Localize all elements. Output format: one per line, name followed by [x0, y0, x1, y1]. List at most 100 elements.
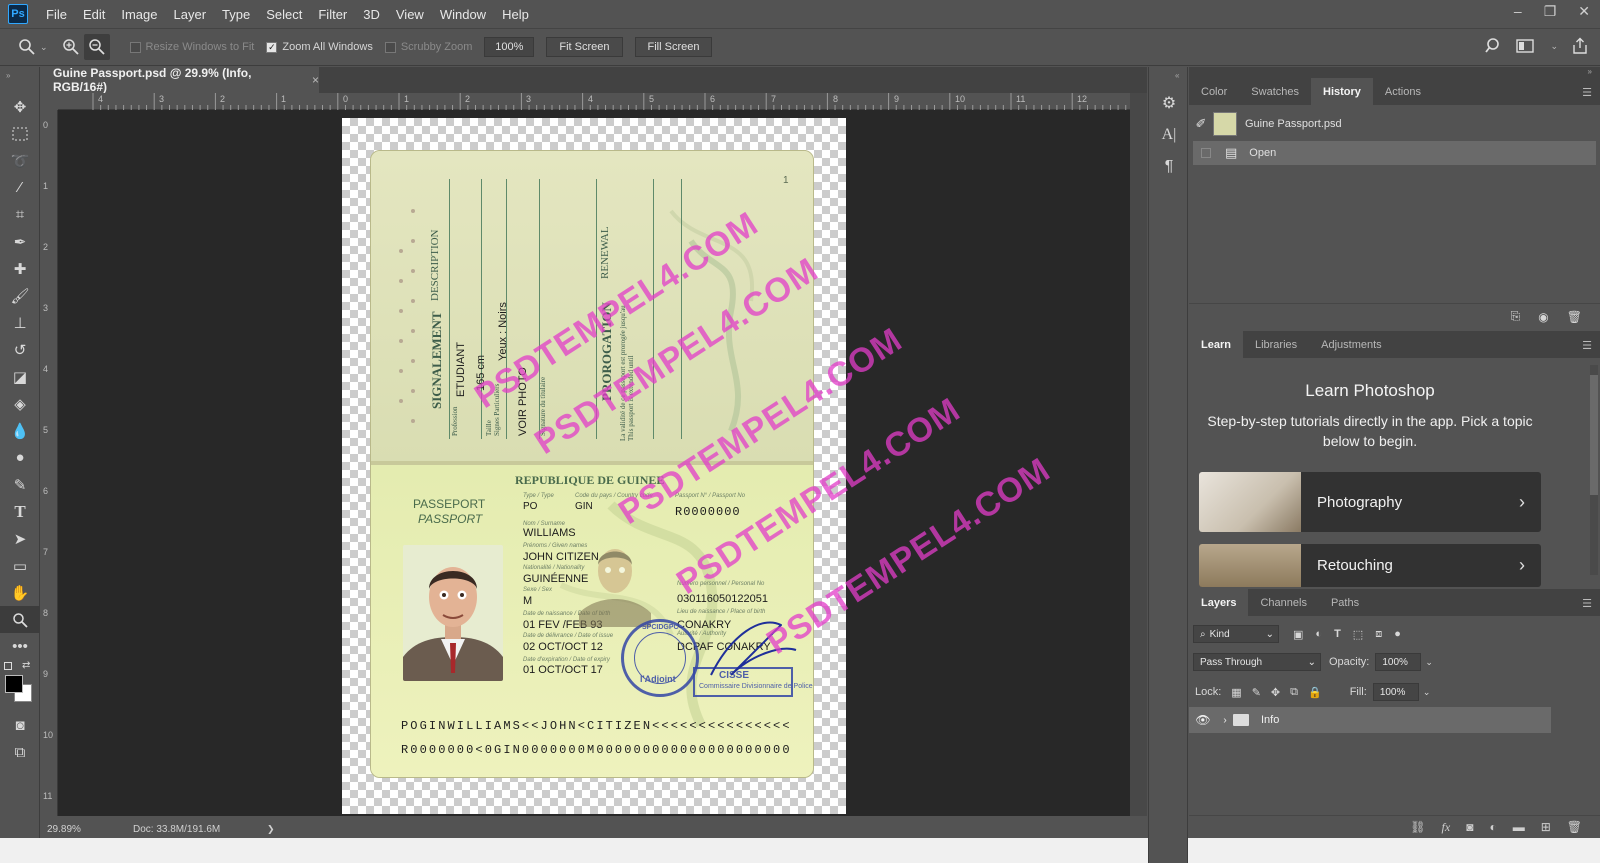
menu-edit[interactable]: Edit	[83, 7, 105, 22]
tab-adjustments[interactable]: Adjustments	[1309, 331, 1394, 358]
zoom-all-windows-checkbox[interactable]: ✓ Zoom All Windows	[266, 41, 373, 53]
menu-layer[interactable]: Layer	[174, 7, 207, 22]
zoom-status[interactable]: 29.89%	[47, 824, 127, 835]
hand-tool-icon[interactable]: ✋	[0, 579, 40, 606]
trash-icon[interactable]: 🗑	[1567, 310, 1582, 324]
menu-select[interactable]: Select	[266, 7, 302, 22]
paint-bucket-tool-icon[interactable]: ◈	[0, 390, 40, 417]
opacity-field[interactable]: 100%	[1375, 653, 1422, 671]
blend-mode-dropdown[interactable]: Pass Through ⌄	[1193, 653, 1321, 671]
default-colors-icon[interactable]	[4, 662, 12, 670]
tab-color[interactable]: Color	[1189, 78, 1239, 105]
lock-transparent-icon[interactable]: ▦	[1231, 686, 1241, 699]
camera-icon[interactable]: ◉	[1538, 310, 1548, 324]
link-layers-icon[interactable]: ⛓	[1410, 820, 1425, 834]
pen-tool-icon[interactable]: ✎	[0, 471, 40, 498]
smart-object-filter-icon[interactable]: ⧈	[1375, 628, 1382, 641]
crop-tool-icon[interactable]: ⌗	[0, 201, 40, 228]
eye-icon[interactable]: 👁	[1189, 713, 1217, 727]
menu-type[interactable]: Type	[222, 7, 250, 22]
brush-tool-icon[interactable]: 🖌	[0, 282, 40, 309]
tab-learn[interactable]: Learn	[1189, 331, 1243, 358]
paragraph-icon[interactable]: ¶	[1149, 151, 1189, 183]
share-icon[interactable]	[1572, 37, 1588, 55]
screen-mode-icon[interactable]: ⧉	[0, 739, 40, 766]
filter-kind-dropdown[interactable]: ⌕ Kind ⌄	[1193, 625, 1279, 643]
lock-position-icon[interactable]: ✥	[1271, 686, 1280, 699]
history-brush-tool-icon[interactable]: ↺	[0, 336, 40, 363]
move-tool-icon[interactable]: ✥	[0, 93, 40, 120]
chevron-right-icon[interactable]: ›	[1217, 715, 1233, 726]
libraries-icon[interactable]: ⚙	[1149, 87, 1189, 119]
adjustment-layer-icon[interactable]: ◐	[1489, 820, 1496, 834]
blur-tool-icon[interactable]: 💧	[0, 417, 40, 444]
lock-all-icon[interactable]: 🔒	[1308, 686, 1322, 699]
eyedropper-tool-icon[interactable]: ✒	[0, 228, 40, 255]
shape-filter-icon[interactable]: ⬚	[1353, 628, 1363, 641]
toolbar-collapse-icon[interactable]: »	[0, 67, 39, 93]
character-icon[interactable]: A|	[1149, 119, 1189, 151]
history-snapshot[interactable]: ✐ Guine Passport.psd	[1189, 107, 1600, 141]
pixel-filter-icon[interactable]: ▣	[1293, 628, 1303, 641]
tab-channels[interactable]: Channels	[1248, 589, 1318, 616]
restore-icon[interactable]: ❐	[1544, 3, 1557, 20]
menu-help[interactable]: Help	[502, 7, 529, 22]
tab-layers[interactable]: Layers	[1189, 589, 1249, 616]
type-filter-icon[interactable]: T	[1334, 628, 1341, 640]
foreground-color-swatch[interactable]	[5, 675, 23, 693]
menu-view[interactable]: View	[396, 7, 424, 22]
eraser-tool-icon[interactable]: ◪	[0, 363, 40, 390]
resize-windows-checkbox[interactable]: Resize Windows to Fit	[129, 41, 254, 53]
learn-card-photography[interactable]: Photography ›	[1199, 472, 1541, 532]
scrollbar-thumb[interactable]	[1590, 375, 1598, 495]
healing-brush-tool-icon[interactable]: ✚	[0, 255, 40, 282]
adjustment-filter-icon[interactable]: ◐	[1315, 628, 1322, 640]
menu-3d[interactable]: 3D	[363, 7, 380, 22]
document-tab[interactable]: Guine Passport.psd @ 29.9% (Info, RGB/16…	[41, 66, 319, 94]
tab-swatches[interactable]: Swatches	[1239, 78, 1311, 105]
lock-image-icon[interactable]: ✎	[1252, 686, 1261, 699]
menu-filter[interactable]: Filter	[318, 7, 347, 22]
zoom-in-icon[interactable]	[58, 34, 84, 60]
minimize-icon[interactable]: –	[1514, 3, 1522, 20]
learn-card-retouching[interactable]: Retouching ›	[1199, 544, 1541, 587]
workspace-icon[interactable]	[1516, 38, 1536, 54]
lasso-tool-icon[interactable]: ➰	[0, 147, 40, 174]
close-icon[interactable]: ✕	[1578, 3, 1590, 20]
tab-history[interactable]: History	[1311, 78, 1373, 105]
zoom-out-icon[interactable]	[83, 34, 110, 60]
canvas-scrollbar[interactable]	[1130, 93, 1147, 816]
menu-image[interactable]: Image	[121, 7, 157, 22]
new-layer-icon[interactable]: ⊞	[1541, 820, 1551, 834]
workspace-chevron-icon[interactable]: ⌄	[1550, 41, 1558, 52]
panel-menu-icon[interactable]: ☰	[1582, 339, 1592, 352]
opacity-chevron-icon[interactable]: ⌄	[1425, 657, 1433, 668]
tab-libraries[interactable]: Libraries	[1243, 331, 1309, 358]
clone-stamp-tool-icon[interactable]: ⊥	[0, 309, 40, 336]
marquee-tool-icon[interactable]	[0, 120, 40, 147]
layer-row[interactable]: 👁 › Info	[1189, 707, 1551, 733]
state-checkbox[interactable]	[1201, 148, 1211, 158]
path-selection-tool-icon[interactable]: ➤	[0, 525, 40, 552]
panel-menu-icon[interactable]: ☰	[1582, 86, 1592, 99]
layer-mask-icon[interactable]: ◙	[1466, 820, 1473, 834]
filter-toggle-icon[interactable]: ●	[1394, 628, 1401, 640]
dodge-tool-icon[interactable]: ●	[0, 444, 40, 471]
layer-style-icon[interactable]: fx	[1442, 820, 1451, 835]
trash-icon[interactable]: 🗑	[1567, 820, 1582, 834]
scrubby-zoom-checkbox[interactable]: Scrubby Zoom	[384, 41, 472, 53]
quick-mask-icon[interactable]: ◙	[0, 712, 40, 739]
status-menu-chevron-icon[interactable]: ❯	[267, 824, 275, 835]
new-group-icon[interactable]: ▬	[1513, 820, 1525, 834]
lock-artboard-icon[interactable]: ⧉	[1290, 686, 1298, 699]
brush-source-icon[interactable]: ✐	[1189, 116, 1213, 132]
tool-preset-chevron-icon[interactable]: ⌄	[40, 42, 48, 53]
menu-file[interactable]: File	[46, 7, 67, 22]
history-state[interactable]: ▤ Open	[1193, 141, 1596, 165]
swap-colors-icon[interactable]: ⇄	[22, 660, 30, 671]
fill-field[interactable]: 100%	[1372, 683, 1419, 701]
fill-chevron-icon[interactable]: ⌄	[1423, 687, 1431, 698]
zoom-tool-icon[interactable]	[0, 606, 40, 633]
menu-window[interactable]: Window	[440, 7, 486, 22]
search-icon[interactable]	[1484, 37, 1502, 55]
